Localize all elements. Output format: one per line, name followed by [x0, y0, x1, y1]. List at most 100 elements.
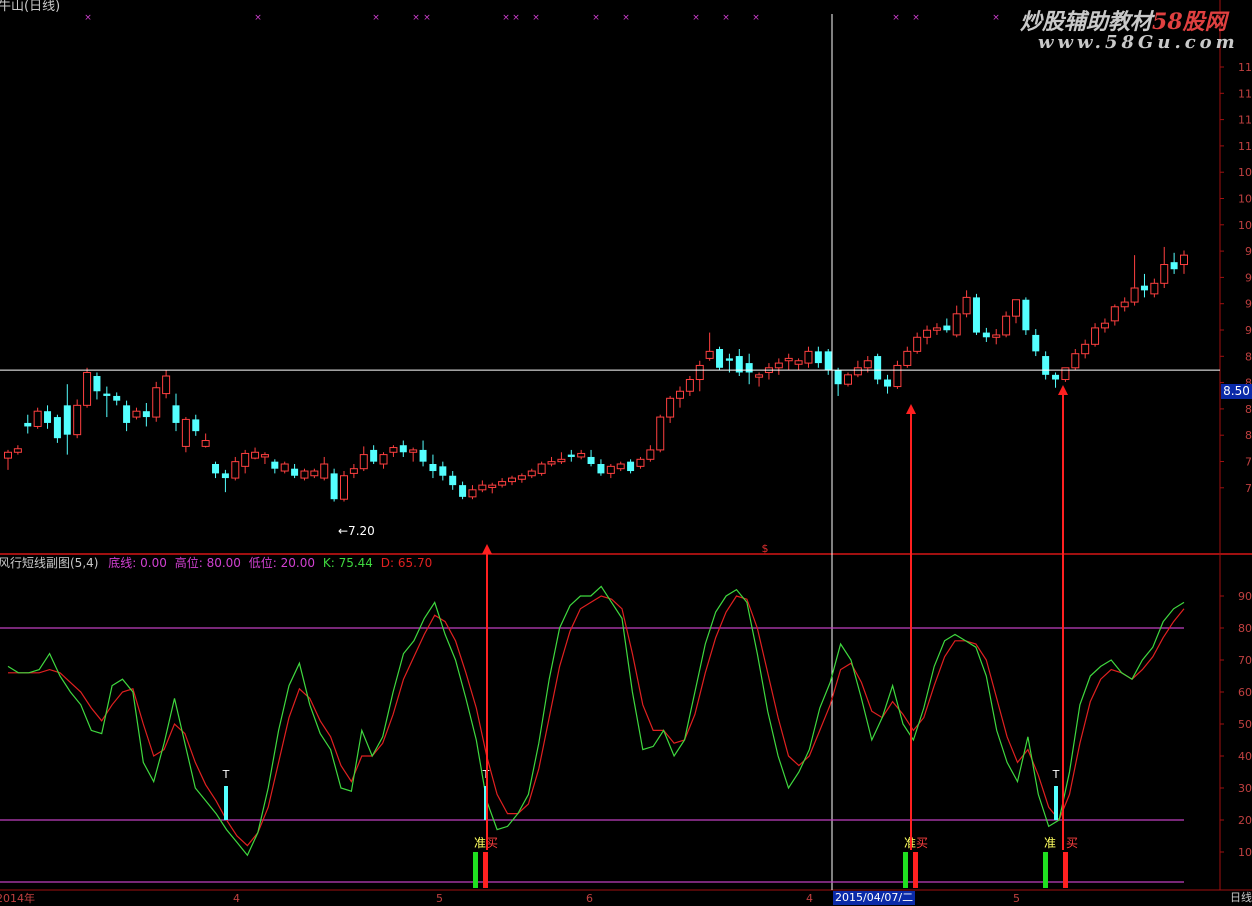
signal-marker: × — [592, 13, 600, 23]
candle-body-up — [132, 410, 141, 418]
period-label: 日线 — [1230, 891, 1252, 904]
candle-body-down — [93, 376, 101, 392]
signal-marker: × — [992, 13, 1000, 23]
candle-body-down — [745, 363, 753, 373]
candle-body-up — [903, 350, 912, 366]
candle-body-up — [478, 484, 487, 491]
candle-body-down — [370, 449, 378, 462]
candle-body-down — [1032, 334, 1040, 352]
candle-body-up — [923, 329, 932, 338]
candle-body-up — [863, 360, 872, 369]
candle-body-up — [517, 475, 526, 480]
price-tick-label: 9 — [1245, 324, 1252, 337]
buy-arrow-head — [1058, 385, 1068, 395]
signal-marker: × — [423, 13, 431, 23]
time-label-crosshair-date: 2015/04/07/二 — [833, 891, 916, 905]
price-tick-label: 11 — [1238, 114, 1252, 127]
candle-body-down — [221, 473, 229, 479]
candle-body-up — [349, 468, 358, 474]
candle-body-up — [577, 452, 586, 458]
candle-body-down — [399, 445, 407, 453]
candle-body-up — [932, 327, 941, 331]
candle-body-down — [53, 417, 61, 439]
candle-body-down — [113, 395, 121, 401]
signal-marker: × — [912, 13, 920, 23]
d-line — [8, 595, 1185, 847]
buy-arrow-head — [482, 544, 492, 554]
candle-body-up — [1061, 367, 1070, 381]
signal-marker: × — [752, 13, 760, 23]
indicator-tick-label: 10 — [1238, 846, 1252, 859]
candle-body-up — [181, 418, 190, 447]
candle-body-up — [952, 313, 961, 336]
candle-body-up — [557, 458, 566, 463]
candle-body-down — [1052, 374, 1060, 380]
price-tick-label: 10 — [1238, 219, 1252, 232]
candle-body-up — [616, 463, 625, 470]
candle-body-up — [636, 458, 645, 467]
candle-body-up — [1100, 322, 1109, 329]
top-symbol: $ — [762, 542, 769, 555]
candle-body-down — [587, 456, 595, 464]
candle-body-up — [666, 397, 675, 418]
candle-body-up — [685, 379, 694, 392]
indicator-tick-label: 90 — [1238, 590, 1252, 603]
chart-title: 牛山(日线) — [0, 0, 61, 14]
signal-marker: × — [412, 13, 420, 23]
candle-body-up — [260, 454, 269, 458]
candle-body-down — [1042, 356, 1050, 375]
candle-body-up — [359, 454, 368, 470]
candle-body-up — [389, 447, 398, 453]
candle-body-down — [1140, 285, 1148, 291]
candle-body-up — [320, 463, 329, 479]
candle-body-up — [468, 489, 477, 498]
candle-body-up — [162, 375, 171, 395]
candle-body-down — [123, 405, 131, 423]
candle-body-down — [142, 411, 150, 418]
indicator-tick-label: 80 — [1238, 622, 1252, 635]
t-signal-label: T — [222, 768, 230, 781]
candle-body-up — [280, 463, 289, 472]
candle-body-up — [152, 387, 161, 418]
candle-body-up — [488, 484, 497, 488]
candle-body-up — [853, 367, 862, 376]
candle-body-up — [774, 362, 783, 369]
stock-chart-canvas[interactable]: 111111111010109999888877××××××××××××××××… — [0, 0, 1252, 904]
legend-base-label: 底线: — [108, 556, 137, 570]
legend-low-label: 低位: — [248, 556, 277, 570]
candle-body-up — [893, 364, 902, 388]
indicator-tick-label: 40 — [1238, 750, 1252, 763]
candle-body-up — [1091, 327, 1100, 345]
prep-signal-bar — [473, 852, 478, 888]
price-tick-label: 9 — [1245, 271, 1252, 284]
candle-body-down — [172, 405, 180, 423]
candle-body-up — [527, 470, 536, 477]
candle-body-up — [409, 449, 418, 453]
candle-body-up — [537, 463, 546, 474]
candle-body-down — [597, 464, 605, 474]
buy-label: 买 — [1066, 836, 1078, 850]
candle-body-up — [962, 296, 971, 315]
candle-body-up — [784, 357, 793, 362]
candle-body-down — [824, 351, 832, 371]
legend-d-label: D: — [380, 556, 395, 570]
candle-body-up — [1002, 315, 1011, 336]
candle-body-down — [24, 422, 32, 427]
candle-body-down — [874, 356, 882, 380]
candle-body-up — [794, 360, 803, 365]
candle-body-down — [192, 419, 200, 432]
candle-body-up — [913, 336, 922, 352]
prep-label: 准 — [474, 836, 486, 850]
candle-body-down — [1170, 262, 1178, 270]
candle-body-down — [943, 325, 951, 331]
signal-marker: × — [892, 13, 900, 23]
prep-signal-bar — [903, 852, 908, 888]
candle-body-down — [212, 464, 220, 474]
candle-body-down — [567, 454, 575, 457]
t-signal-label: T — [1052, 768, 1060, 781]
candle-body-down — [716, 349, 724, 368]
candle-body-up — [1180, 254, 1188, 266]
low-price-marker: ←7.20 — [338, 524, 375, 538]
candle-body-up — [13, 448, 22, 453]
candle-body-up — [844, 374, 852, 385]
